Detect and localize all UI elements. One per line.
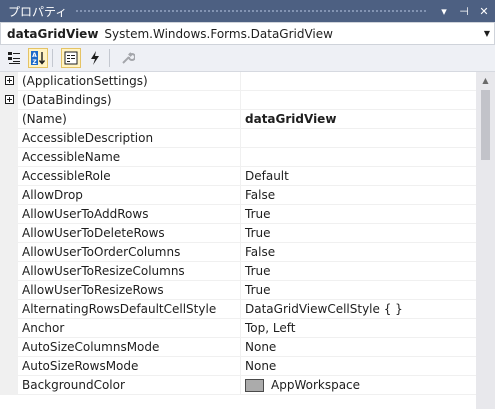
categorized-button[interactable] xyxy=(4,48,24,68)
property-row-accessiblename[interactable]: AccessibleName xyxy=(0,148,476,167)
property-row-allowusertoaddrows[interactable]: AllowUserToAddRows True xyxy=(0,205,476,224)
property-value[interactable]: DataGridViewCellStyle { } xyxy=(240,300,476,319)
property-name: AccessibleRole xyxy=(18,167,240,186)
property-row-name[interactable]: (Name) dataGridView xyxy=(0,110,476,129)
expand-icon[interactable] xyxy=(5,76,14,85)
property-name: AutoSizeColumnsMode xyxy=(18,338,240,357)
property-value-text: AppWorkspace xyxy=(271,377,361,392)
object-type: System.Windows.Forms.DataGridView xyxy=(104,26,333,41)
property-value[interactable] xyxy=(240,72,476,91)
property-value[interactable]: True xyxy=(240,224,476,243)
vertical-scrollbar[interactable]: ▲ xyxy=(476,72,495,409)
property-name: AutoSizeRowsMode xyxy=(18,357,240,376)
property-name: AccessibleName xyxy=(18,148,240,167)
events-icon xyxy=(91,51,99,65)
color-swatch xyxy=(245,378,264,392)
properties-icon xyxy=(64,51,78,65)
property-value[interactable]: True xyxy=(240,205,476,224)
property-value[interactable]: AppWorkspace xyxy=(240,376,476,395)
property-name: Anchor xyxy=(18,319,240,338)
property-name: BackgroundColor xyxy=(18,376,240,395)
property-value[interactable]: dataGridView xyxy=(240,110,476,129)
object-name: dataGridView xyxy=(7,26,99,41)
property-value[interactable]: False xyxy=(240,186,476,205)
window-titlebar: プロパティ ▾ ⊣ ✕ xyxy=(0,0,495,22)
property-toolbar: A Z xyxy=(0,45,495,72)
property-value[interactable] xyxy=(240,91,476,110)
svg-text:A: A xyxy=(32,52,37,59)
property-value[interactable]: None xyxy=(240,357,476,376)
property-row-anchor[interactable]: Anchor Top, Left xyxy=(0,319,476,338)
wrench-icon xyxy=(122,52,135,64)
property-value[interactable]: True xyxy=(240,281,476,300)
close-icon[interactable]: ✕ xyxy=(475,2,493,20)
property-row-allowdrop[interactable]: AllowDrop False xyxy=(0,186,476,205)
pin-icon[interactable]: ⊣ xyxy=(455,2,473,20)
window-dropdown-icon[interactable]: ▾ xyxy=(435,2,453,20)
property-pages-button[interactable] xyxy=(118,48,138,68)
chevron-down-icon[interactable]: ▼ xyxy=(480,29,494,38)
property-name: AccessibleDescription xyxy=(18,129,240,148)
expand-icon[interactable] xyxy=(5,95,14,104)
property-value[interactable] xyxy=(240,148,476,167)
property-row-backgroundcolor[interactable]: BackgroundColor AppWorkspace xyxy=(0,376,476,395)
property-name: AllowUserToDeleteRows xyxy=(18,224,240,243)
properties-button[interactable] xyxy=(61,48,81,68)
property-value[interactable]: None xyxy=(240,338,476,357)
property-name: AllowUserToAddRows xyxy=(18,205,240,224)
property-row-allowusertoresizecolumns[interactable]: AllowUserToResizeColumns True xyxy=(0,262,476,281)
toolbar-separator xyxy=(109,49,110,67)
property-name: AllowUserToResizeColumns xyxy=(18,262,240,281)
property-row-allowusertoresizerows[interactable]: AllowUserToResizeRows True xyxy=(0,281,476,300)
property-row-autosizecolumnsmode[interactable]: AutoSizeColumnsMode None xyxy=(0,338,476,357)
property-row-applicationsettings[interactable]: (ApplicationSettings) xyxy=(0,72,476,91)
scroll-up-icon[interactable]: ▲ xyxy=(476,72,495,89)
property-value[interactable]: True xyxy=(240,262,476,281)
window-title: プロパティ xyxy=(8,4,68,19)
scrollbar-thumb[interactable] xyxy=(481,90,490,160)
property-name: (Name) xyxy=(18,110,240,129)
property-value[interactable]: Default xyxy=(240,167,476,186)
property-grid: (ApplicationSettings) (DataBindings) (Na… xyxy=(0,72,476,409)
property-row-autosizerowsmode[interactable]: AutoSizeRowsMode None xyxy=(0,357,476,376)
alphabetical-button[interactable]: A Z xyxy=(28,48,48,68)
property-name: AllowDrop xyxy=(18,186,240,205)
property-name: AlternatingRowsDefaultCellStyle xyxy=(18,300,240,319)
toolbar-separator xyxy=(52,49,53,67)
events-button[interactable] xyxy=(85,48,105,68)
property-value[interactable] xyxy=(240,129,476,148)
property-value[interactable]: Top, Left xyxy=(240,319,476,338)
property-row-alternatingrowsdefaultcellstyle[interactable]: AlternatingRowsDefaultCellStyle DataGrid… xyxy=(0,300,476,319)
alphabetical-icon: A Z xyxy=(31,51,46,66)
property-row-allowusertodeleterows[interactable]: AllowUserToDeleteRows True xyxy=(0,224,476,243)
property-name: AllowUserToOrderColumns xyxy=(18,243,240,262)
categorized-icon xyxy=(8,52,20,64)
property-value[interactable]: False xyxy=(240,243,476,262)
object-selector[interactable]: dataGridView System.Windows.Forms.DataGr… xyxy=(0,22,495,45)
property-row-accessibledescription[interactable]: AccessibleDescription xyxy=(0,129,476,148)
property-row-databindings[interactable]: (DataBindings) xyxy=(0,91,476,110)
property-name: (DataBindings) xyxy=(18,91,240,110)
property-name: AllowUserToResizeRows xyxy=(18,281,240,300)
property-row-accessiblerole[interactable]: AccessibleRole Default xyxy=(0,167,476,186)
svg-text:Z: Z xyxy=(32,59,37,66)
property-name: (ApplicationSettings) xyxy=(18,72,240,91)
property-row-allowusertoordercolumns[interactable]: AllowUserToOrderColumns False xyxy=(0,243,476,262)
titlebar-grip[interactable] xyxy=(75,8,427,14)
